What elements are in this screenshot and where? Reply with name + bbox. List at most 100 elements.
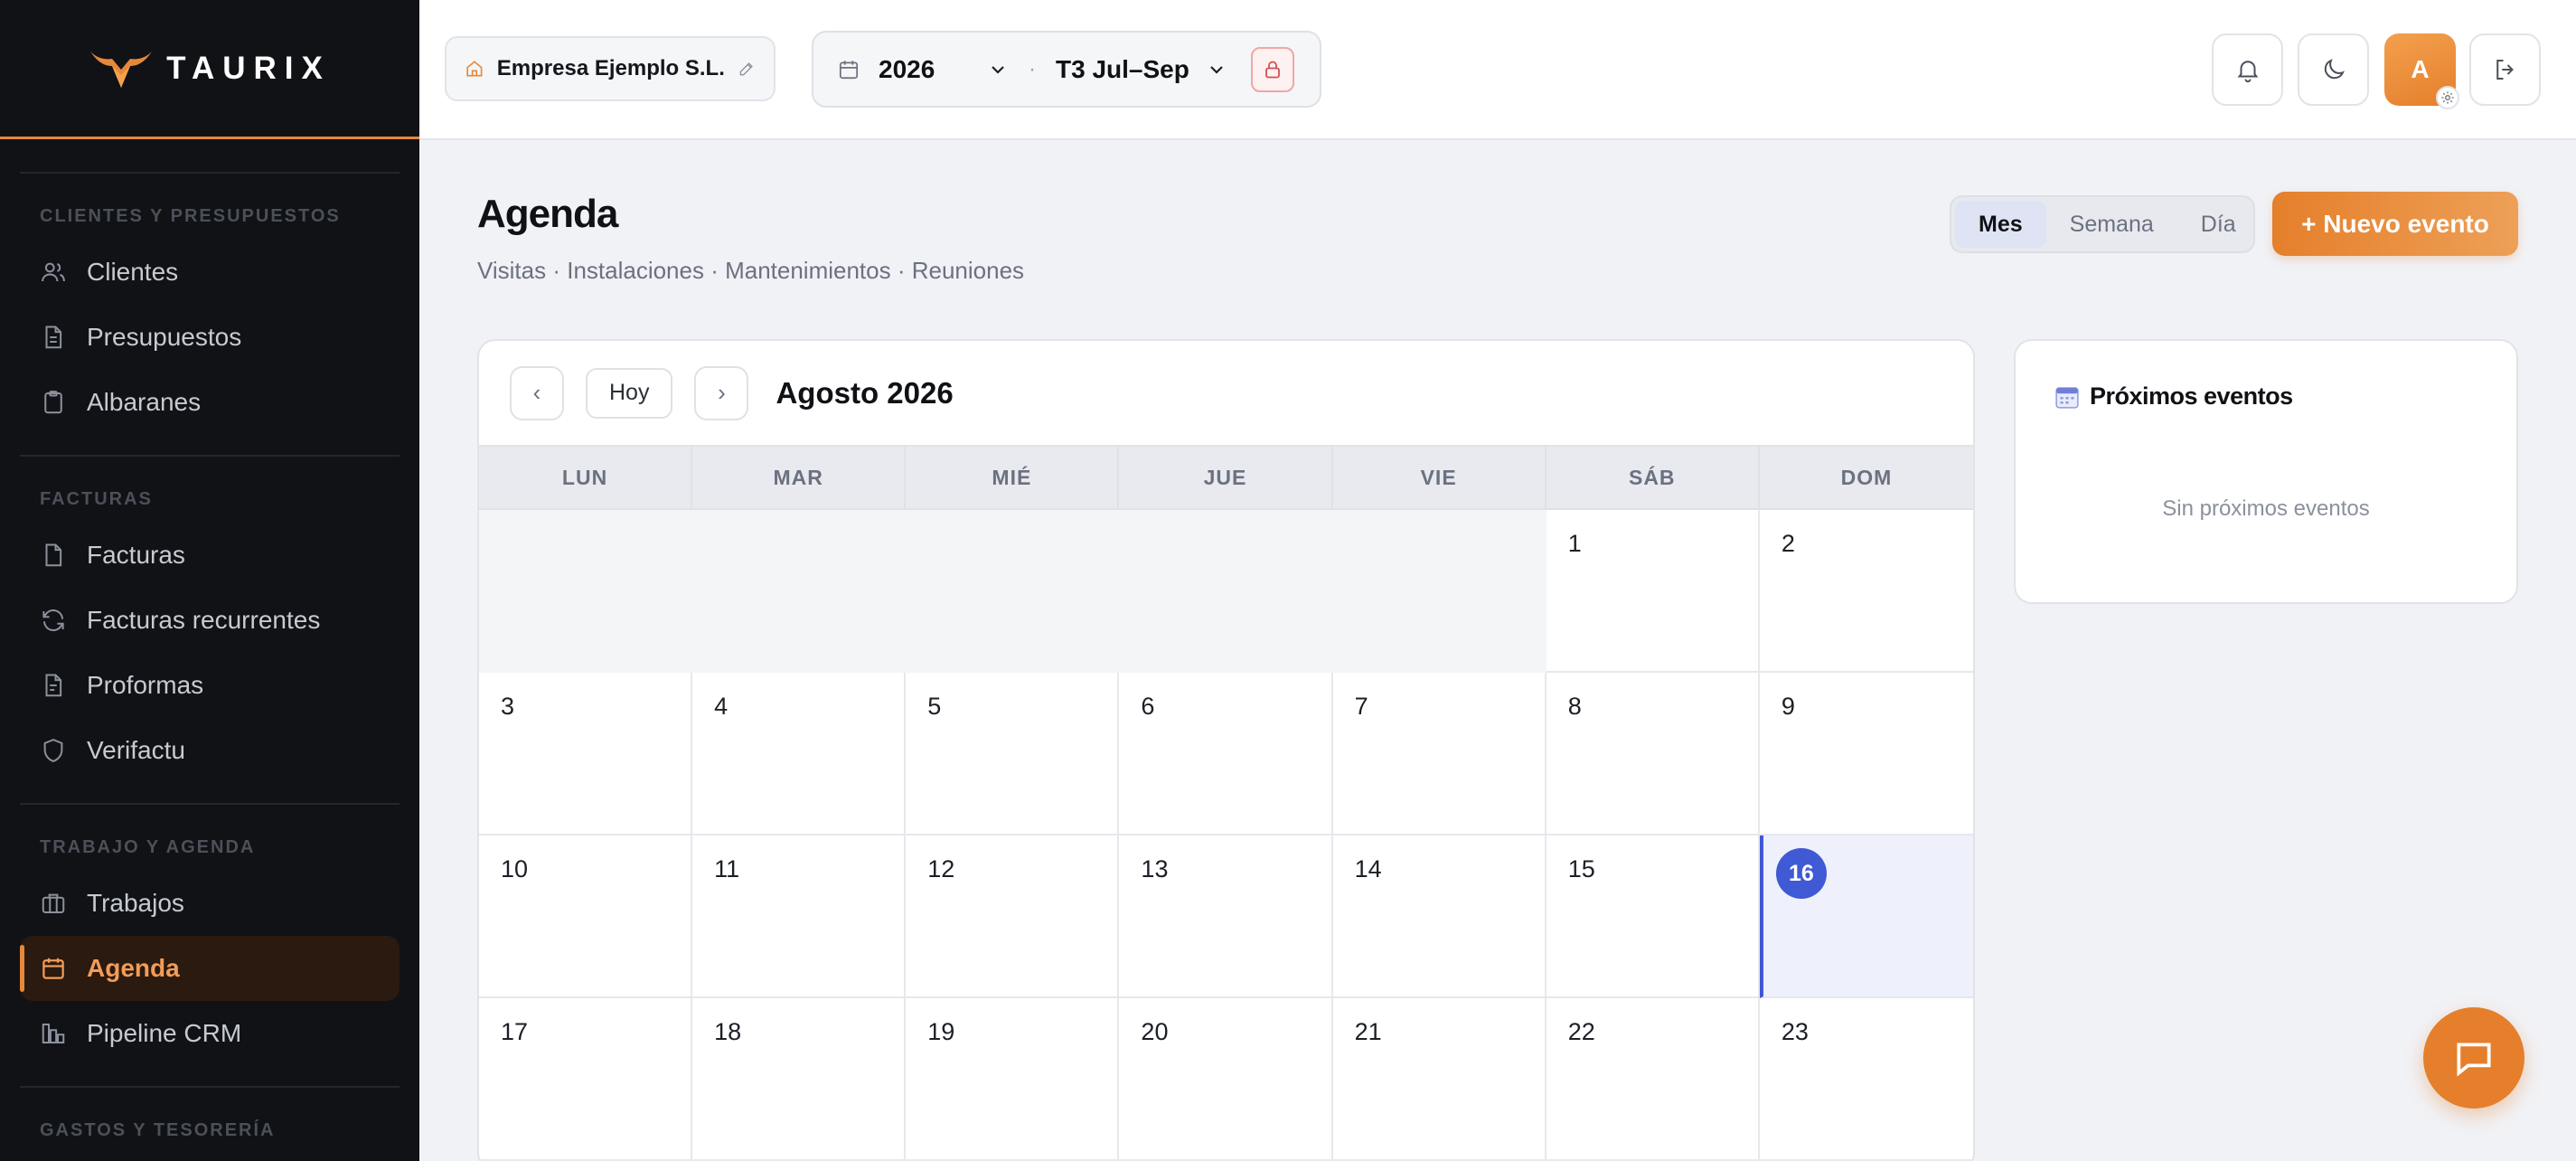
sidebar-section-title: FACTURAS — [40, 489, 153, 509]
user-avatar[interactable]: A — [2384, 33, 2459, 109]
sidebar-item-facturas[interactable]: Facturas — [20, 523, 400, 588]
new-event-button[interactable]: + Nuevo evento — [2272, 192, 2518, 256]
calendar-day-cell[interactable]: 10 — [479, 835, 693, 998]
day-number: 19 — [927, 1018, 955, 1045]
file-icon — [45, 543, 62, 567]
day-number: 4 — [714, 693, 729, 720]
logout-icon — [2496, 60, 2514, 80]
sidebar-item-label: Clientes — [87, 258, 179, 286]
calendar-header: ‹ Hoy › Agosto 2026 — [479, 341, 1973, 447]
chat-icon — [2457, 1043, 2491, 1077]
next-month-button[interactable]: › — [694, 365, 749, 420]
prev-month-button[interactable]: ‹ — [510, 365, 564, 420]
calendar-day-cell[interactable]: 13 — [1119, 835, 1333, 998]
weekday-label: DOM — [1840, 465, 1893, 489]
calendar-day-cell[interactable]: 20 — [1119, 998, 1333, 1161]
sidebar-item-clientes[interactable]: Clientes — [20, 240, 400, 305]
sidebar-item-agenda[interactable]: Agenda — [20, 936, 400, 1001]
avatar-initial: A — [2411, 55, 2430, 83]
view-week-button[interactable]: Semana — [2046, 201, 2177, 248]
calendar-empty-cell — [692, 510, 907, 673]
weekday-label: LUN — [479, 447, 693, 508]
edit-icon[interactable] — [738, 58, 756, 80]
day-number: 6 — [1141, 693, 1155, 720]
file-icon — [45, 326, 62, 349]
calendar-day-cell[interactable]: 17 — [479, 998, 693, 1161]
settings-badge[interactable] — [2436, 86, 2459, 109]
day-number: 5 — [927, 693, 942, 720]
calendar-day-cell[interactable]: 5 — [906, 673, 1120, 835]
bell-icon — [2237, 61, 2258, 83]
calendar-day-cell[interactable]: 4 — [692, 673, 907, 835]
calendar-day-cell[interactable]: 23 — [1759, 998, 1973, 1161]
shield-icon — [43, 739, 63, 762]
sidebar-section-title: TRABAJO Y AGENDA — [40, 837, 256, 857]
day-number: 3 — [501, 693, 515, 720]
chat-button[interactable] — [2423, 1007, 2524, 1109]
calendar-empty-cell — [479, 510, 693, 673]
day-number: 16 — [1775, 848, 1827, 899]
chevron-down-icon[interactable] — [987, 59, 1009, 80]
sidebar-item-trabajos[interactable]: Trabajos — [20, 871, 400, 936]
day-number: 12 — [927, 855, 955, 883]
calendar-day-cell[interactable]: 12 — [906, 835, 1120, 998]
calendar-day-cell[interactable]: 1 — [1546, 510, 1760, 673]
sidebar-item-albaranes[interactable]: Albaranes — [20, 370, 400, 435]
sidebar-item-label: Albaranes — [87, 388, 202, 416]
calendar-day-cell[interactable]: 19 — [906, 998, 1120, 1161]
calendar-day-cell[interactable]: 8 — [1546, 673, 1760, 835]
logout-button[interactable] — [2469, 33, 2541, 106]
calendar-day-cell[interactable]: 2 — [1759, 510, 1973, 673]
day-number: 9 — [1781, 693, 1795, 720]
sidebar-item-label: Verifactu — [87, 736, 185, 764]
calendar-icon — [839, 60, 859, 79]
sidebar-item-pipeline-crm[interactable]: Pipeline CRM — [20, 1001, 400, 1066]
sidebar-item-presupuestos[interactable]: Presupuestos — [20, 305, 400, 370]
calendar-day-cell[interactable]: 21 — [1332, 998, 1547, 1161]
moon-icon — [2324, 59, 2345, 80]
quarter-select[interactable]: T3 Jul–Sep — [1056, 55, 1189, 84]
view-day-button[interactable]: Día — [2177, 201, 2260, 248]
calendar-day-cell[interactable]: 9 — [1759, 673, 1973, 835]
calendar-day-cell[interactable]: 15 — [1546, 835, 1760, 998]
calendar: ‹ Hoy › Agosto 2026 LUN MAR MIÉ JUE VIE … — [477, 339, 1975, 1161]
chevron-down-icon[interactable] — [1206, 59, 1227, 80]
company-name: Empresa Ejemplo S.L. — [496, 56, 725, 80]
top-bar: Empresa Ejemplo S.L. 2026 · T3 Jul–Sep A — [419, 0, 2576, 140]
calendar-day-cell[interactable]: 3 — [479, 673, 693, 835]
sidebar-section-title: CLIENTES Y PRESUPUESTOS — [40, 206, 341, 226]
home-icon — [466, 61, 483, 77]
day-number: 10 — [501, 855, 529, 883]
upcoming-empty-text: Sin próximos eventos — [2162, 496, 2370, 521]
calendar-day-cell[interactable]: 18 — [692, 998, 907, 1161]
calendar-day-cell[interactable]: 14 — [1332, 835, 1547, 998]
brand-logo[interactable]: TAURIX — [0, 0, 419, 139]
day-number: 22 — [1567, 1018, 1595, 1045]
sidebar-item-label: Presupuestos — [87, 323, 242, 351]
calendar-day-cell[interactable]: 22 — [1546, 998, 1760, 1161]
calendar-day-cell[interactable]: 6 — [1119, 673, 1333, 835]
company-selector[interactable]: Empresa Ejemplo S.L. — [445, 36, 776, 101]
day-number: 17 — [501, 1018, 529, 1045]
today-button[interactable]: Hoy — [586, 367, 673, 419]
calendar-day-cell[interactable]: 7 — [1332, 673, 1547, 835]
theme-toggle-button[interactable] — [2298, 33, 2369, 106]
sidebar-item-facturas-recurrentes[interactable]: Facturas recurrentes — [20, 588, 400, 653]
day-number: 18 — [714, 1018, 742, 1045]
upcoming-title: Próximos eventos — [2054, 382, 2293, 411]
calendar-empty-cell — [1332, 510, 1547, 673]
sidebar-item-proformas[interactable]: Proformas — [20, 653, 400, 718]
calendar-day-today[interactable]: 16 — [1759, 835, 1973, 998]
notifications-button[interactable] — [2212, 33, 2283, 106]
sidebar-item-verifactu[interactable]: Verifactu — [20, 718, 400, 783]
view-month-button[interactable]: Mes — [1955, 201, 2046, 248]
lock-period-button[interactable] — [1250, 46, 1294, 92]
year-select[interactable]: 2026 — [879, 55, 987, 84]
sidebar-item-label: Trabajos — [87, 889, 184, 917]
month-title: Agosto 2026 — [776, 375, 954, 410]
day-number: 13 — [1141, 855, 1169, 883]
calendar-day-cell[interactable]: 11 — [692, 835, 907, 998]
refresh-icon — [42, 609, 64, 632]
day-number: 14 — [1354, 855, 1382, 883]
calendar-empty-cell — [906, 510, 1120, 673]
